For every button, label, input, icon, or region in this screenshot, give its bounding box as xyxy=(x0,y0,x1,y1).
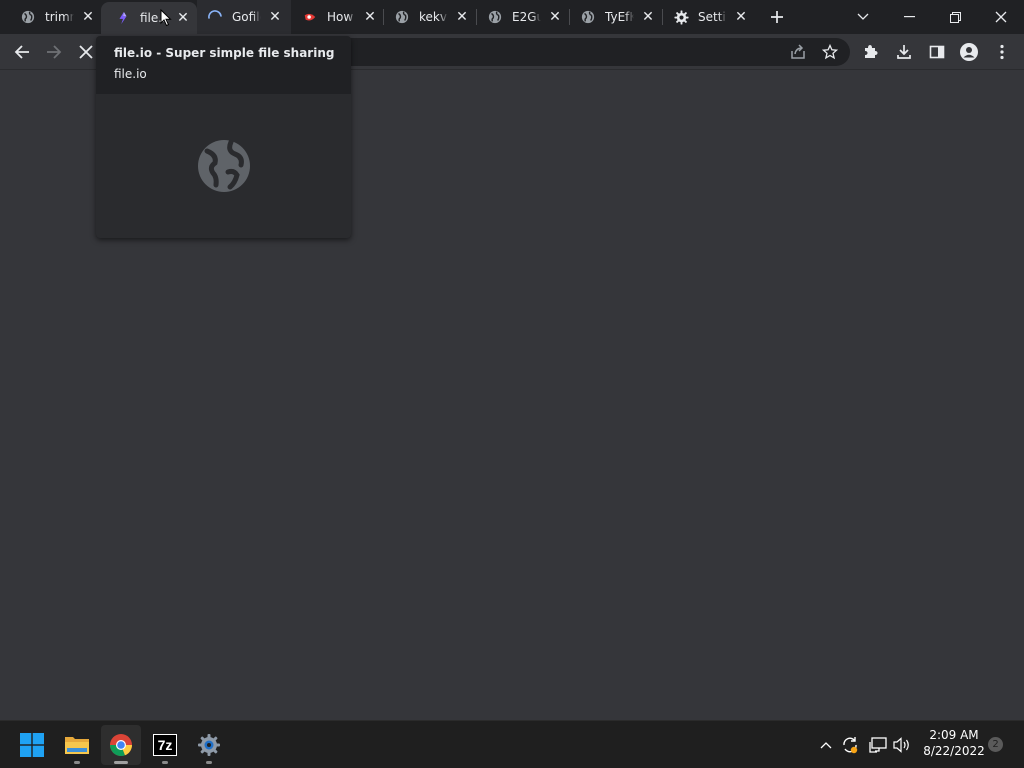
tray-volume[interactable] xyxy=(891,733,913,757)
taskbar-file-explorer[interactable] xyxy=(57,725,97,765)
mouse-cursor-icon xyxy=(160,9,172,27)
windows-logo-icon xyxy=(20,733,44,757)
downloads-button[interactable] xyxy=(890,38,918,66)
tab-title: Settir xyxy=(698,10,727,24)
arrow-left-icon xyxy=(14,45,29,59)
close-tab-icon[interactable]: ✕ xyxy=(176,11,190,25)
clock-time: 2:09 AM xyxy=(929,728,979,742)
tab-gofile[interactable]: Gofile ✕ xyxy=(197,0,291,34)
download-icon xyxy=(897,45,911,59)
taskbar-settings[interactable] xyxy=(189,725,229,765)
tab-tyefk[interactable]: TyEfK ✕ xyxy=(570,0,663,34)
start-button[interactable] xyxy=(12,725,52,765)
share-button[interactable] xyxy=(784,38,812,66)
tab-title: kekv xyxy=(419,10,447,24)
network-ethernet-icon xyxy=(869,737,887,753)
close-window-button[interactable] xyxy=(978,0,1024,34)
tab-fileio[interactable]: file.io ✕ xyxy=(101,2,197,34)
bookmark-button[interactable] xyxy=(816,38,844,66)
globe-icon xyxy=(580,9,596,25)
running-indicator xyxy=(114,761,128,764)
tab-title: trimm xyxy=(45,10,74,24)
settings-gear-icon xyxy=(673,9,689,25)
star-icon xyxy=(822,44,838,60)
share-icon xyxy=(791,44,805,59)
chrome-icon xyxy=(110,734,133,757)
new-tab-button[interactable] xyxy=(765,6,789,28)
fileio-icon xyxy=(115,10,131,26)
globe-icon xyxy=(20,9,36,25)
close-tab-icon[interactable]: ✕ xyxy=(268,10,282,24)
globe-icon xyxy=(487,9,503,25)
tab-settings[interactable]: Settir ✕ xyxy=(663,0,756,34)
tab-title: TyEfK xyxy=(605,10,634,24)
close-icon xyxy=(995,11,1007,23)
folder-icon xyxy=(65,737,89,754)
plus-icon xyxy=(771,11,783,23)
profile-button[interactable] xyxy=(955,38,983,66)
tray-sync-status[interactable] xyxy=(839,733,861,757)
extensions-button[interactable] xyxy=(856,38,884,66)
taskbar-chrome[interactable] xyxy=(101,725,141,765)
kebab-menu-icon xyxy=(1000,44,1004,60)
tab-kekv[interactable]: kekv ✕ xyxy=(384,0,477,34)
hover-card-domain: file.io xyxy=(114,67,147,81)
globe-icon xyxy=(394,9,410,25)
menu-button[interactable] xyxy=(988,38,1016,66)
7zip-icon-label: 7z xyxy=(157,737,173,753)
sync-icon xyxy=(843,737,858,754)
close-tab-icon[interactable]: ✕ xyxy=(548,10,562,24)
side-panel-button[interactable] xyxy=(923,38,951,66)
tab-hover-card: file.io - Super simple file sharing file… xyxy=(96,36,351,238)
loading-spinner-icon xyxy=(207,9,223,25)
speaker-volume-icon xyxy=(893,737,909,753)
arrow-right-icon xyxy=(47,45,62,59)
forward-button[interactable] xyxy=(40,38,68,66)
taskbar-clock[interactable]: 2:09 AM 8/22/2022 xyxy=(920,727,988,759)
tab-how[interactable]: How ✕ xyxy=(292,0,384,34)
minimize-icon xyxy=(903,16,915,18)
globe-icon xyxy=(197,139,250,192)
tab-title: Gofile xyxy=(232,10,261,24)
tab-e2gu[interactable]: E2Gu ✕ xyxy=(477,0,570,34)
running-indicator xyxy=(74,761,80,764)
show-hidden-icons-button[interactable] xyxy=(815,733,837,757)
close-icon xyxy=(79,45,93,59)
side-panel-icon xyxy=(929,45,945,59)
profile-avatar-icon xyxy=(960,43,978,61)
tab-search-button[interactable] xyxy=(840,0,886,34)
close-tab-icon[interactable]: ✕ xyxy=(734,10,748,24)
youtube-icon xyxy=(302,9,318,25)
clock-date: 8/22/2022 xyxy=(923,744,985,758)
close-tab-icon[interactable]: ✕ xyxy=(363,10,377,24)
running-indicator xyxy=(206,761,212,764)
hover-card-preview xyxy=(96,94,351,238)
tray-network[interactable] xyxy=(867,733,889,757)
close-tab-icon[interactable]: ✕ xyxy=(641,10,655,24)
back-button[interactable] xyxy=(8,38,36,66)
taskbar-7zip[interactable]: 7z xyxy=(145,725,185,765)
notification-count-badge[interactable]: 2 xyxy=(988,737,1003,752)
chevron-up-icon xyxy=(820,742,832,749)
puzzle-piece-icon xyxy=(865,45,878,58)
tab-strip: trimm ✕ file.io ✕ Gofile ✕ How ✕ kekv ✕ xyxy=(0,0,1024,34)
settings-gear-icon xyxy=(198,734,220,756)
running-indicator xyxy=(162,761,168,764)
close-tab-icon[interactable]: ✕ xyxy=(81,10,95,24)
restore-icon xyxy=(949,11,961,23)
tab-trimm[interactable]: trimm ✕ xyxy=(0,0,100,34)
tab-title: How xyxy=(327,10,354,24)
close-tab-icon[interactable]: ✕ xyxy=(455,10,469,24)
7zip-icon: 7z xyxy=(153,734,177,756)
tab-title: E2Gu xyxy=(512,10,541,24)
minimize-button[interactable] xyxy=(886,0,932,34)
chevron-down-icon xyxy=(857,13,869,20)
windows-taskbar: 7z xyxy=(0,720,1024,768)
hover-card-title: file.io - Super simple file sharing xyxy=(114,46,335,60)
restore-button[interactable] xyxy=(932,0,978,34)
